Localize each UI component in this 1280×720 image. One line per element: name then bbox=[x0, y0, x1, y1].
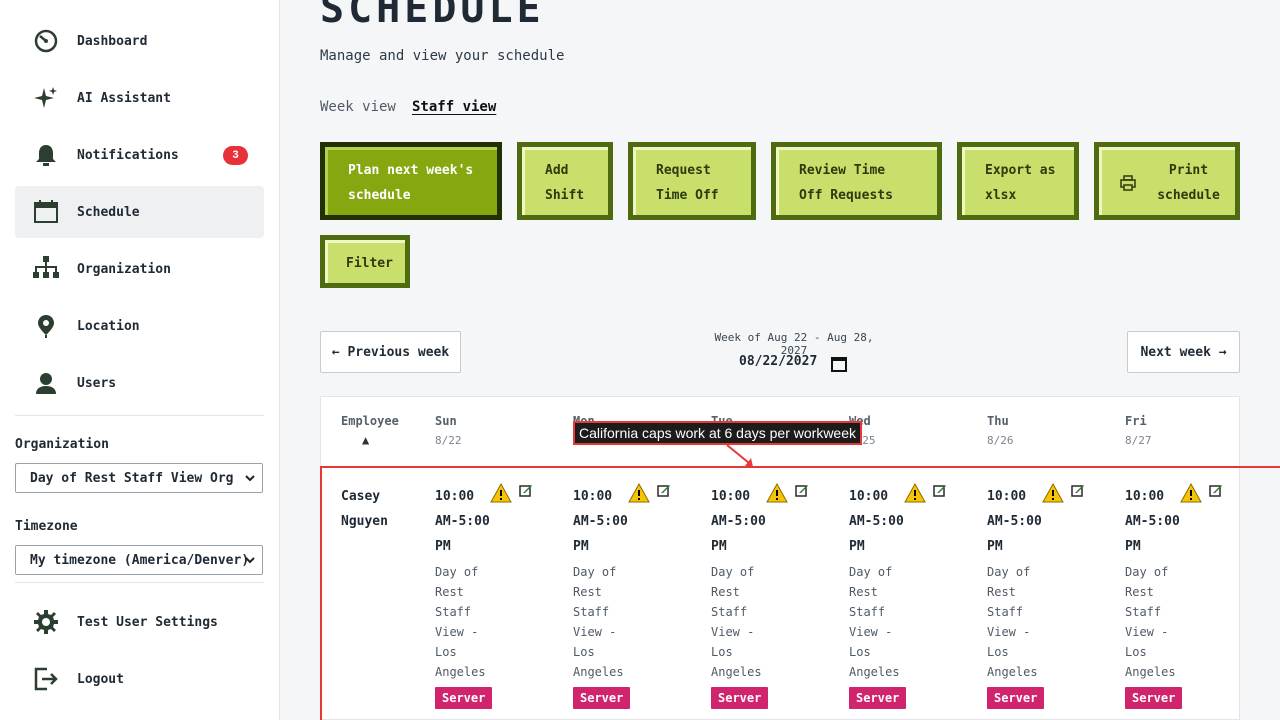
timezone-label: Timezone bbox=[15, 519, 78, 534]
filter-button[interactable]: Filter bbox=[320, 235, 410, 288]
tab-staff-view[interactable]: Staff view bbox=[412, 99, 496, 115]
day-date: 8/22 bbox=[435, 434, 462, 447]
sidebar-item-schedule[interactable]: Schedule bbox=[15, 186, 264, 238]
day-date: 8/26 bbox=[987, 434, 1014, 447]
page-title: SCHEDULE bbox=[320, 0, 545, 32]
add-shift-label: Add Shift bbox=[545, 162, 585, 203]
sidebar-item-ai-assistant[interactable]: AI Assistant bbox=[15, 72, 264, 124]
week-date-input[interactable]: 08/22/2027 bbox=[739, 354, 817, 369]
dashboard-icon bbox=[31, 26, 61, 56]
request-time-off-button[interactable]: Request Time Off bbox=[628, 142, 756, 220]
review-time-off-button[interactable]: Review Time Off Requests bbox=[771, 142, 942, 220]
sidebar-divider bbox=[15, 582, 264, 583]
sort-ascending-icon[interactable]: ▲ bbox=[362, 433, 369, 447]
organization-select-value: Day of Rest Staff View Org bbox=[30, 470, 234, 486]
plan-next-week-button[interactable]: Plan next week's schedule bbox=[320, 142, 502, 220]
printer-icon bbox=[1120, 174, 1136, 191]
chevron-down-icon bbox=[244, 472, 256, 488]
sidebar-item-logout[interactable]: Logout bbox=[15, 653, 264, 705]
sidebar-item-users[interactable]: Users bbox=[15, 357, 264, 409]
sidebar-item-test-user-settings[interactable]: Test User Settings bbox=[15, 596, 264, 648]
user-icon bbox=[31, 368, 61, 398]
sidebar-item-label: Dashboard bbox=[77, 33, 148, 49]
calendar-icon bbox=[31, 197, 61, 227]
workweek-cap-tooltip: California caps work at 6 days per workw… bbox=[573, 421, 863, 445]
day-header: Fri bbox=[1125, 414, 1147, 428]
sidebar-item-label: Location bbox=[77, 318, 140, 334]
employee-column-header[interactable]: Employee bbox=[341, 414, 399, 428]
sidebar-item-organization[interactable]: Organization bbox=[15, 243, 264, 295]
sidebar-item-label: Test User Settings bbox=[77, 614, 218, 630]
sidebar-item-label: Users bbox=[77, 375, 117, 391]
timezone-select-value: My timezone (America/Denver) bbox=[30, 552, 250, 568]
request-time-off-label: Request Time Off bbox=[656, 162, 719, 203]
print-schedule-label: Print schedule bbox=[1157, 162, 1220, 203]
sidebar-item-location[interactable]: Location bbox=[15, 300, 264, 352]
sidebar-item-label: Schedule bbox=[77, 204, 140, 220]
notification-count-badge: 3 bbox=[223, 145, 248, 165]
previous-week-button[interactable]: ← Previous week bbox=[320, 331, 461, 373]
timezone-select[interactable]: My timezone (America/Denver) bbox=[15, 545, 263, 575]
day-header: Sun bbox=[435, 414, 457, 428]
tooltip-arrow-icon bbox=[725, 443, 757, 473]
sidebar: Dashboard AI Assistant Notifications 3 S… bbox=[0, 0, 280, 720]
print-schedule-button[interactable]: Print schedule bbox=[1094, 142, 1240, 220]
day-header: Thu bbox=[987, 414, 1009, 428]
map-pin-icon bbox=[31, 311, 61, 341]
sidebar-item-dashboard[interactable]: Dashboard bbox=[15, 15, 264, 67]
bell-icon bbox=[31, 140, 61, 170]
highlighted-row-outline bbox=[320, 466, 1280, 720]
sidebar-divider bbox=[15, 415, 264, 416]
sparkle-icon bbox=[31, 83, 61, 113]
filter-label: Filter bbox=[346, 255, 393, 271]
sidebar-item-label: AI Assistant bbox=[77, 90, 171, 106]
review-time-off-label: Review Time Off Requests bbox=[799, 162, 893, 203]
logout-icon bbox=[31, 664, 61, 694]
plan-next-week-label: Plan next week's schedule bbox=[348, 162, 474, 203]
export-xlsx-button[interactable]: Export as xlsx bbox=[957, 142, 1079, 220]
sidebar-item-label: Notifications bbox=[77, 147, 179, 163]
add-shift-button[interactable]: Add Shift bbox=[517, 142, 613, 220]
org-chart-icon bbox=[31, 254, 61, 284]
sidebar-item-label: Logout bbox=[77, 671, 124, 687]
organization-select[interactable]: Day of Rest Staff View Org bbox=[15, 463, 263, 493]
organization-label: Organization bbox=[15, 437, 109, 452]
chevron-down-icon bbox=[244, 554, 256, 570]
page-subtitle: Manage and view your schedule bbox=[320, 48, 565, 64]
day-date: 8/27 bbox=[1125, 434, 1152, 447]
calendar-picker-icon[interactable] bbox=[830, 355, 848, 377]
gear-icon bbox=[31, 607, 61, 637]
tab-week-view[interactable]: Week view bbox=[320, 99, 396, 115]
next-week-button[interactable]: Next week → bbox=[1127, 331, 1240, 373]
sidebar-item-label: Organization bbox=[77, 261, 171, 277]
export-xlsx-label: Export as xlsx bbox=[985, 162, 1056, 203]
sidebar-item-notifications[interactable]: Notifications 3 bbox=[15, 129, 264, 181]
